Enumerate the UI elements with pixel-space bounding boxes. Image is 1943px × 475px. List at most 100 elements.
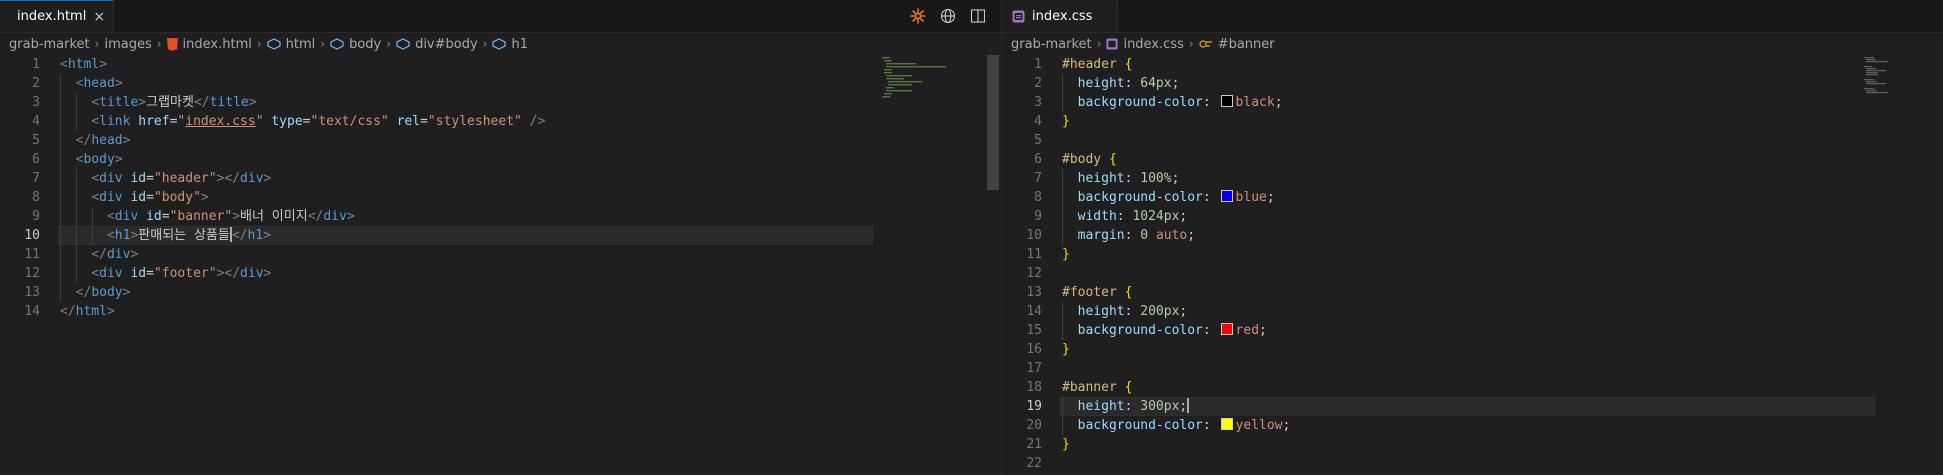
line-number: 18 bbox=[1026, 380, 1042, 395]
code-line[interactable]: <head> bbox=[60, 74, 1000, 93]
minimap[interactable] bbox=[1862, 55, 1932, 115]
code-line[interactable]: </div> bbox=[60, 245, 1000, 264]
code-line[interactable]: height: 100%; bbox=[1062, 169, 1943, 188]
chevron-right-icon: › bbox=[94, 37, 100, 51]
element-icon bbox=[330, 38, 344, 50]
code-line[interactable]: background-color: red; bbox=[1062, 321, 1943, 340]
code-line[interactable]: background-color: blue; bbox=[1062, 188, 1943, 207]
css-link[interactable]: index.css bbox=[185, 114, 255, 129]
vertical-scrollbar[interactable] bbox=[986, 55, 1000, 475]
tab-index-html[interactable]: index.html × bbox=[0, 0, 114, 32]
line-number: 9 bbox=[32, 209, 40, 224]
tab-label: index.html bbox=[17, 9, 87, 24]
code-line[interactable]: #header { bbox=[1062, 55, 1943, 74]
css-editor-pane[interactable]: index.css grab-market › index.css › #ban… bbox=[1001, 0, 1943, 475]
code-line[interactable]: } bbox=[1062, 112, 1943, 131]
breadcrumb-symbol[interactable]: html bbox=[267, 37, 315, 52]
tab-bar: index.html × bbox=[0, 0, 1000, 33]
css3-icon bbox=[1106, 38, 1118, 50]
color-swatch-black[interactable] bbox=[1220, 95, 1233, 107]
code-line[interactable]: } bbox=[1062, 340, 1943, 359]
code-line[interactable]: <title>그랩마켓</title> bbox=[60, 93, 1000, 112]
breadcrumb-file[interactable]: index.html bbox=[166, 37, 252, 52]
code-line[interactable]: </html> bbox=[60, 302, 1000, 321]
line-number: 1 bbox=[32, 57, 40, 72]
breadcrumb-file[interactable]: index.css bbox=[1106, 37, 1184, 52]
globe-icon[interactable] bbox=[940, 8, 956, 24]
code-line-current[interactable]: <h1>판매되는 상품들 </h1> bbox=[58, 226, 1000, 245]
code-line[interactable] bbox=[1062, 131, 1943, 150]
code-line[interactable]: <div id="header"></div> bbox=[60, 169, 1000, 188]
line-number: 4 bbox=[1034, 114, 1042, 129]
code-line[interactable]: } bbox=[1062, 435, 1943, 454]
close-tab-icon[interactable]: × bbox=[93, 9, 105, 25]
code-line[interactable]: </body> bbox=[60, 283, 1000, 302]
line-number: 10 bbox=[1026, 228, 1042, 243]
code-line-current[interactable]: height: 300px; bbox=[1060, 397, 1943, 416]
tab-label: index.css bbox=[1032, 9, 1093, 24]
line-number: 7 bbox=[32, 171, 40, 186]
code-line[interactable]: width: 1024px; bbox=[1062, 207, 1943, 226]
color-swatch-blue[interactable] bbox=[1220, 190, 1233, 202]
tab-index-css[interactable]: index.css bbox=[1002, 0, 1118, 32]
code-editor[interactable]: 1 2 3 4 5 6 7 8 9 10 11 12 13 14 15 16 1… bbox=[1002, 55, 1943, 475]
breadcrumb: grab-market › index.css › #banner bbox=[1002, 33, 1943, 55]
code-lines[interactable]: #header { height: 64px; background-color… bbox=[1060, 55, 1943, 473]
code-line[interactable]: </head> bbox=[60, 131, 1000, 150]
line-number: 8 bbox=[1034, 190, 1042, 205]
code-line[interactable]: <div id="body"> bbox=[60, 188, 1000, 207]
line-number: 11 bbox=[1026, 247, 1042, 262]
code-line[interactable]: background-color: yellow; bbox=[1062, 416, 1943, 435]
chevron-right-icon: › bbox=[156, 37, 162, 51]
scroll-thumb[interactable] bbox=[987, 55, 999, 190]
code-lines[interactable]: <html> <head> <title>그랩마켓</title> <link … bbox=[58, 55, 1000, 321]
breadcrumb-folder[interactable]: grab-market bbox=[1011, 37, 1092, 52]
line-number: 5 bbox=[1034, 133, 1042, 148]
code-line[interactable]: height: 64px; bbox=[1062, 74, 1943, 93]
css3-icon bbox=[1012, 10, 1025, 23]
breadcrumb-symbol[interactable]: h1 bbox=[492, 37, 528, 52]
code-line[interactable]: } bbox=[1062, 245, 1943, 264]
html-editor-pane[interactable]: index.html × grab-market › images › inde… bbox=[0, 0, 1000, 475]
code-line[interactable]: <div id="footer"></div> bbox=[60, 264, 1000, 283]
code-line[interactable]: #body { bbox=[1062, 150, 1943, 169]
code-line[interactable]: margin: 0 auto; bbox=[1062, 226, 1943, 245]
minimap[interactable] bbox=[880, 55, 950, 115]
sparkle-icon[interactable] bbox=[910, 8, 926, 24]
breadcrumb-folder[interactable]: images bbox=[104, 37, 151, 52]
line-number: 3 bbox=[32, 95, 40, 110]
code-line[interactable]: #footer { bbox=[1062, 283, 1943, 302]
line-number: 1 bbox=[1034, 57, 1042, 72]
breadcrumb-symbol[interactable]: div#body bbox=[396, 37, 478, 52]
line-number: 7 bbox=[1034, 171, 1042, 186]
code-line[interactable]: #banner { bbox=[1062, 378, 1943, 397]
line-number: 4 bbox=[32, 114, 40, 129]
split-editor-icon[interactable] bbox=[970, 8, 986, 24]
line-number-gutter: 1 2 3 4 5 6 7 8 9 10 11 12 13 14 15 16 1… bbox=[1002, 55, 1044, 473]
code-editor[interactable]: 1 2 3 4 5 6 7 8 9 10 11 12 13 14 <html> … bbox=[0, 55, 1000, 475]
code-line[interactable]: <body> bbox=[60, 150, 1000, 169]
code-line[interactable] bbox=[1062, 264, 1943, 283]
element-icon bbox=[396, 38, 410, 50]
line-number: 13 bbox=[1026, 285, 1042, 300]
element-icon bbox=[492, 38, 507, 50]
code-line[interactable]: height: 200px; bbox=[1062, 302, 1943, 321]
code-line[interactable]: background-color: black; bbox=[1062, 93, 1943, 112]
text-cursor bbox=[1187, 398, 1190, 413]
line-number: 12 bbox=[1026, 266, 1042, 281]
code-line[interactable] bbox=[1062, 454, 1943, 473]
chevron-right-icon: › bbox=[1096, 37, 1102, 51]
color-swatch-yellow[interactable] bbox=[1220, 418, 1233, 430]
breadcrumb-folder[interactable]: grab-market bbox=[9, 37, 90, 52]
code-line[interactable]: <html> bbox=[60, 55, 1000, 74]
line-number: 14 bbox=[1026, 304, 1042, 319]
code-line[interactable] bbox=[1062, 359, 1943, 378]
breadcrumb-symbol[interactable]: #banner bbox=[1199, 37, 1275, 52]
code-line[interactable]: <div id="banner">배너 이미지</div> bbox=[60, 207, 1000, 226]
code-line[interactable]: <link href="index.css" type="text/css" r… bbox=[60, 112, 1000, 131]
line-number: 3 bbox=[1034, 95, 1042, 110]
breadcrumb-symbol[interactable]: body bbox=[330, 37, 381, 52]
line-number: 6 bbox=[32, 152, 40, 167]
line-number: 11 bbox=[24, 247, 40, 262]
color-swatch-red[interactable] bbox=[1220, 323, 1233, 335]
